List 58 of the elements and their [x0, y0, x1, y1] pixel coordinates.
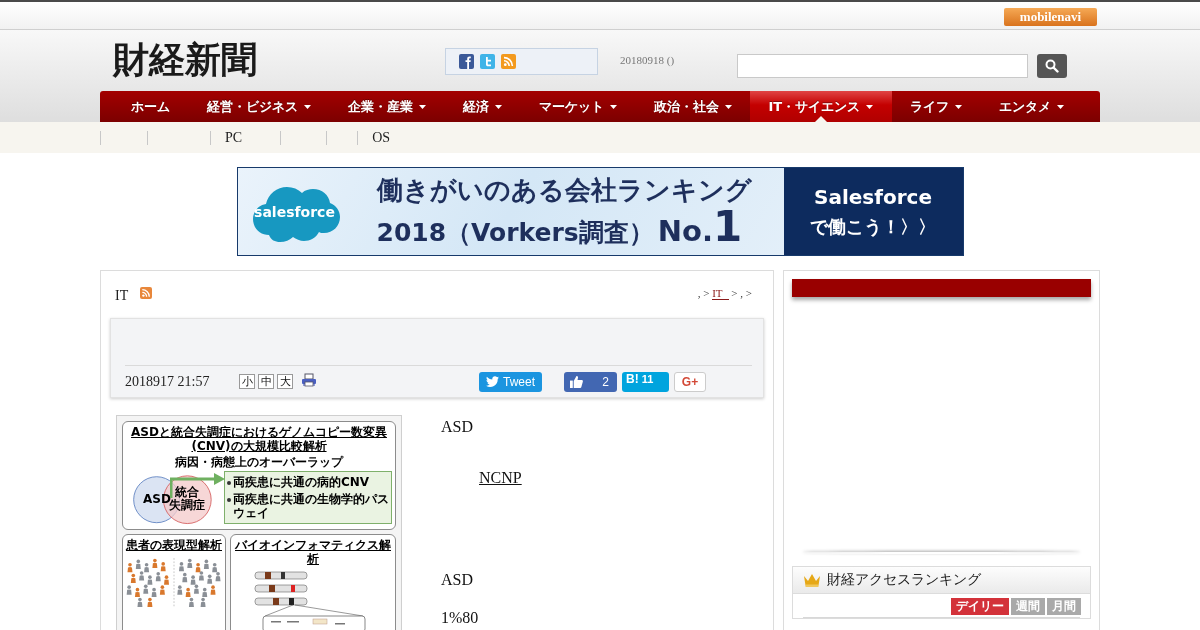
- connector-arrow: [170, 471, 226, 499]
- ad-headline: 働きがいのある会社ランキング: [376, 173, 752, 206]
- like-button[interactable]: 2: [564, 371, 617, 392]
- finding-text: 両疾患に共通の生物学的パスウェイ: [233, 492, 389, 520]
- bullet-icon: [227, 498, 231, 502]
- figure-subtitle: 病因・病態上のオーバーラップ: [175, 455, 343, 469]
- search-icon: [1045, 59, 1060, 73]
- cta-panel[interactable]: Salesforce で働こう！〉〉: [783, 168, 963, 255]
- facebook-icon[interactable]: [459, 54, 474, 69]
- patient-group-drawing: [126, 558, 169, 608]
- twitter-icon[interactable]: [480, 54, 495, 69]
- article-link[interactable]: NCNP: [479, 469, 530, 486]
- bullet-icon: [227, 481, 231, 485]
- nav-tab[interactable]: エンタメ: [980, 91, 1083, 122]
- ranking-title: 財経アクセスランキング: [827, 571, 981, 589]
- header-date: 20180918 (): [620, 54, 675, 66]
- cta-text: で働こう！〉〉: [810, 214, 936, 239]
- rss-icon[interactable]: [501, 54, 516, 69]
- crown-icon: [803, 573, 821, 587]
- nav-tab[interactable]: マーケット: [520, 91, 635, 122]
- nav-tab[interactable]: 企業・産業: [329, 91, 444, 122]
- thumbs-up-icon: [570, 375, 583, 388]
- article-paragraph: ASD: [441, 418, 474, 436]
- article-paragraph: ASD: [441, 571, 474, 589]
- article-paragraph: 1%80: [441, 609, 480, 627]
- nav-tab[interactable]: 経済: [444, 91, 520, 122]
- ad-subline: 2018（Vorkers調査）: [376, 216, 654, 249]
- ad-banner[interactable]: salesforce 働きがいのある会社ランキング 2018（Vorkers調査）No.1 Salesforce で働こう！〉〉: [236, 167, 964, 256]
- patient-group-drawing: [177, 558, 221, 608]
- nav-tab[interactable]: 政治・社会: [635, 91, 750, 122]
- breadcrumb-link[interactable]: IT: [712, 287, 729, 300]
- search-button[interactable]: [1037, 54, 1068, 78]
- figure-title: ASDと統合失調症におけるゲノムコピー数変異(CNV)の大規模比較解析: [130, 425, 388, 453]
- gplus-button[interactable]: G+: [674, 371, 706, 392]
- nav-tab[interactable]: ホーム: [112, 91, 188, 122]
- nav-tab[interactable]: 経営・ビジネス: [188, 91, 329, 122]
- subnav-link[interactable]: OS: [372, 129, 391, 146]
- bird-icon: [486, 376, 499, 387]
- printer-icon[interactable]: [301, 372, 317, 387]
- subnav-link[interactable]: PC: [225, 129, 243, 146]
- venn-label: 統合 失調症: [169, 486, 205, 512]
- rss-icon[interactable]: [140, 287, 153, 299]
- panel-title: 患者の表現型解析: [126, 538, 222, 552]
- finding-text: 両疾患に共通の病的CNV: [233, 475, 370, 489]
- nav-tab[interactable]: ライフ: [891, 91, 981, 122]
- article-date: 2018917 21:57: [125, 373, 211, 390]
- breadcrumb: , > IT > , >: [697, 287, 752, 299]
- nav-tab[interactable]: IT・サイエンス: [750, 91, 892, 122]
- panel-title: バイオインフォマティクス解析: [234, 538, 392, 566]
- cta-title: Salesforce: [814, 184, 932, 209]
- font-size-button[interactable]: 中: [258, 374, 274, 389]
- ranking-tab[interactable]: デイリー: [951, 598, 1009, 615]
- award-text: No.1: [657, 209, 743, 248]
- font-size-button[interactable]: 小: [239, 374, 255, 389]
- site-logo[interactable]: 財経新聞: [113, 41, 263, 79]
- font-size-button[interactable]: 大: [277, 374, 293, 389]
- search-field[interactable]: [737, 54, 1029, 78]
- category-title: IT: [115, 288, 129, 304]
